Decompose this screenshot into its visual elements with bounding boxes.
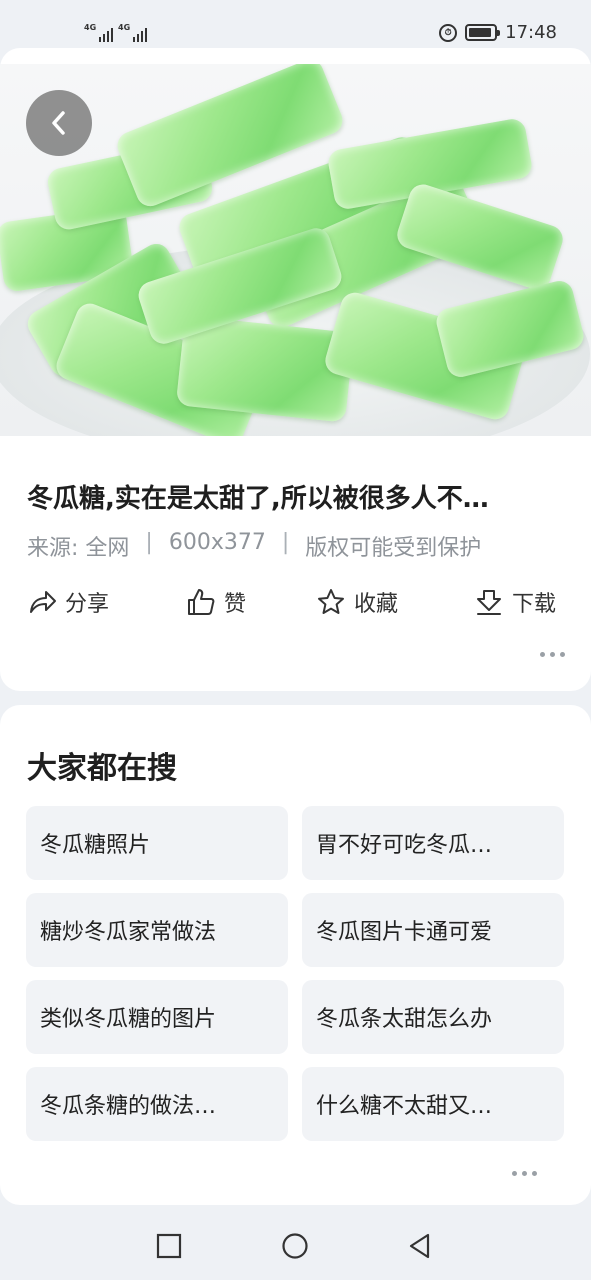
like-button[interactable]: 赞 <box>186 586 246 618</box>
popular-searches-card: 大家都在搜 冬瓜糖照片 胃不好可吃冬瓜… 糖炒冬瓜家常做法 冬瓜图片卡通可爱 类… <box>0 705 591 1205</box>
signal-icon: 4G <box>84 23 114 42</box>
like-label: 赞 <box>224 592 247 617</box>
share-label: 分享 <box>65 592 110 617</box>
battery-icon <box>465 24 501 41</box>
status-bar: 4G 4G ⏱ 17:48 <box>0 0 591 48</box>
image-dimensions: 600x377 <box>168 530 266 555</box>
alarm-icon: ⏱ <box>439 23 458 42</box>
star-icon <box>318 589 344 614</box>
search-suggestion[interactable]: 冬瓜条太甜怎么办 <box>302 980 564 1054</box>
search-suggestion[interactable]: 冬瓜图片卡通可爱 <box>302 893 564 967</box>
meta-separator: | <box>281 530 290 555</box>
more-dots-icon <box>540 652 545 657</box>
more-dots-icon <box>512 1171 517 1176</box>
source-label: 来源: 全网 <box>27 536 130 561</box>
chevron-left-icon <box>52 111 65 135</box>
triangle-back-icon[interactable] <box>406 1232 434 1260</box>
share-button[interactable]: 分享 <box>27 586 109 618</box>
favorite-button[interactable]: 收藏 <box>316 586 398 618</box>
download-button[interactable]: 下载 <box>474 586 556 618</box>
square-icon[interactable] <box>155 1232 183 1260</box>
clock-time: 17:48 <box>505 22 557 43</box>
image-title: 冬瓜糖,实在是太甜了,所以被很多人不… <box>27 484 489 514</box>
system-nav-bar <box>0 1212 591 1280</box>
meta-separator: | <box>145 530 153 555</box>
download-icon <box>477 590 501 615</box>
section-title: 大家都在搜 <box>27 751 177 786</box>
back-button[interactable] <box>26 90 92 156</box>
download-label: 下载 <box>512 592 557 617</box>
network-type-label: 4G <box>84 23 97 32</box>
copyright-notice: 版权可能受到保护 <box>305 536 482 561</box>
more-options-button[interactable] <box>540 652 565 657</box>
image-meta: 来源: 全网 | 600x377 | 版权可能受到保护 <box>27 530 481 562</box>
search-suggestion[interactable]: 胃不好可吃冬瓜… <box>302 806 564 880</box>
signal-icon: 4G <box>118 23 148 42</box>
search-suggestion[interactable]: 冬瓜条糖的做法… <box>26 1067 288 1141</box>
search-suggestion[interactable]: 什么糖不太甜又… <box>302 1067 564 1141</box>
circle-icon[interactable] <box>281 1232 309 1260</box>
search-suggestion[interactable]: 冬瓜糖照片 <box>26 806 288 880</box>
search-suggestion[interactable]: 类似冬瓜糖的图片 <box>26 980 288 1054</box>
more-searches-button[interactable] <box>512 1171 537 1176</box>
image-detail-card: 冬瓜糖,实在是太甜了,所以被很多人不… 来源: 全网 | 600x377 | 版… <box>0 48 591 691</box>
thumbs-up-icon <box>188 589 215 615</box>
share-icon <box>30 591 56 613</box>
candied-wax-gourd-image[interactable] <box>0 64 591 436</box>
search-suggestion[interactable]: 糖炒冬瓜家常做法 <box>26 893 288 967</box>
action-bar: 分享 赞 收藏 下载 <box>0 586 591 626</box>
favorite-label: 收藏 <box>354 592 399 617</box>
network-type-label: 4G <box>118 23 131 32</box>
